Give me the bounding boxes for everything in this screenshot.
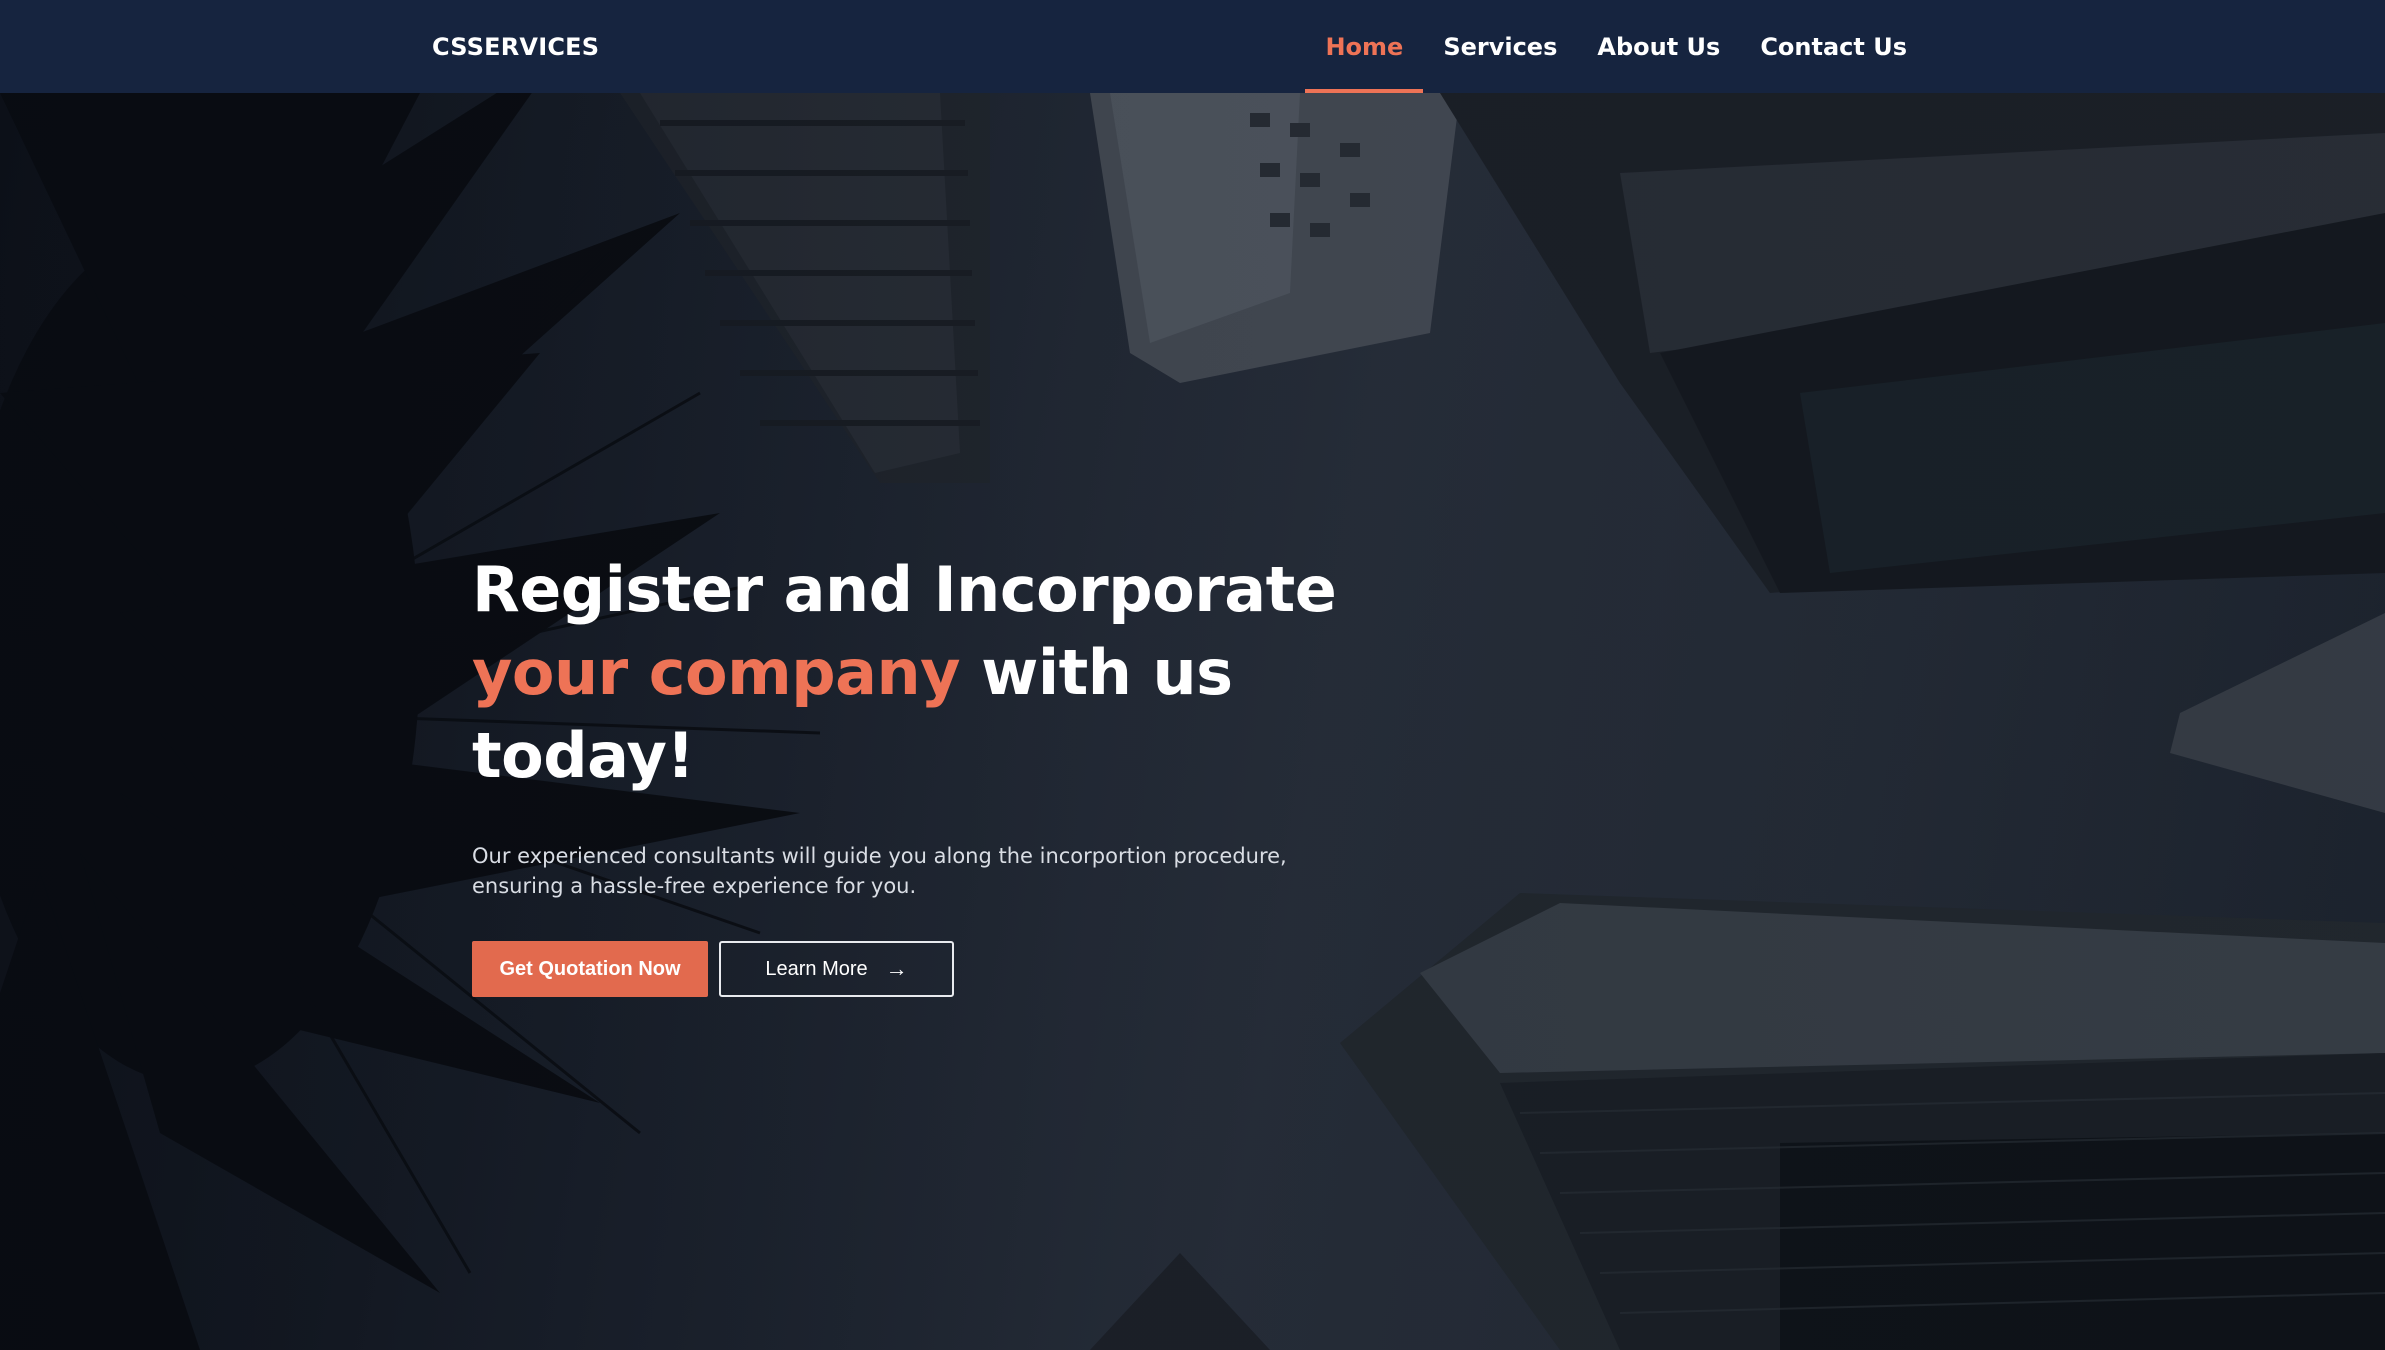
page: CSSERVICES Home Services About Us Contac… [0, 0, 2385, 1350]
nav-item-services[interactable]: Services [1423, 0, 1577, 93]
brand-logo[interactable]: CSSERVICES [432, 0, 599, 93]
hero-title-line1: Register and Incorporate [472, 553, 1337, 626]
hero-section: Register and Incorporate your company wit… [0, 93, 2385, 1350]
hero-title-accent: your company [472, 636, 961, 709]
hero-title-line3: today! [472, 719, 695, 792]
hero-content: Register and Incorporate your company wit… [472, 548, 1352, 997]
arrow-right-icon: → [885, 956, 908, 981]
nav-item-contact-us[interactable]: Contact Us [1740, 0, 1927, 93]
hero-actions: Get Quotation Now Learn More → [472, 941, 1352, 997]
hero-title: Register and Incorporate your company wit… [472, 548, 1352, 797]
nav-item-home[interactable]: Home [1305, 0, 1424, 93]
hero-subtitle: Our experienced consultants will guide y… [472, 844, 1287, 898]
nav-links: Home Services About Us Contact Us [1305, 0, 1927, 93]
get-quotation-button[interactable]: Get Quotation Now [472, 941, 708, 997]
navbar: CSSERVICES Home Services About Us Contac… [0, 0, 2385, 93]
nav-item-about-us[interactable]: About Us [1577, 0, 1740, 93]
learn-more-button[interactable]: Learn More → [719, 941, 954, 997]
hero-title-line2: with us [960, 636, 1233, 709]
learn-more-label: Learn More [765, 957, 868, 980]
